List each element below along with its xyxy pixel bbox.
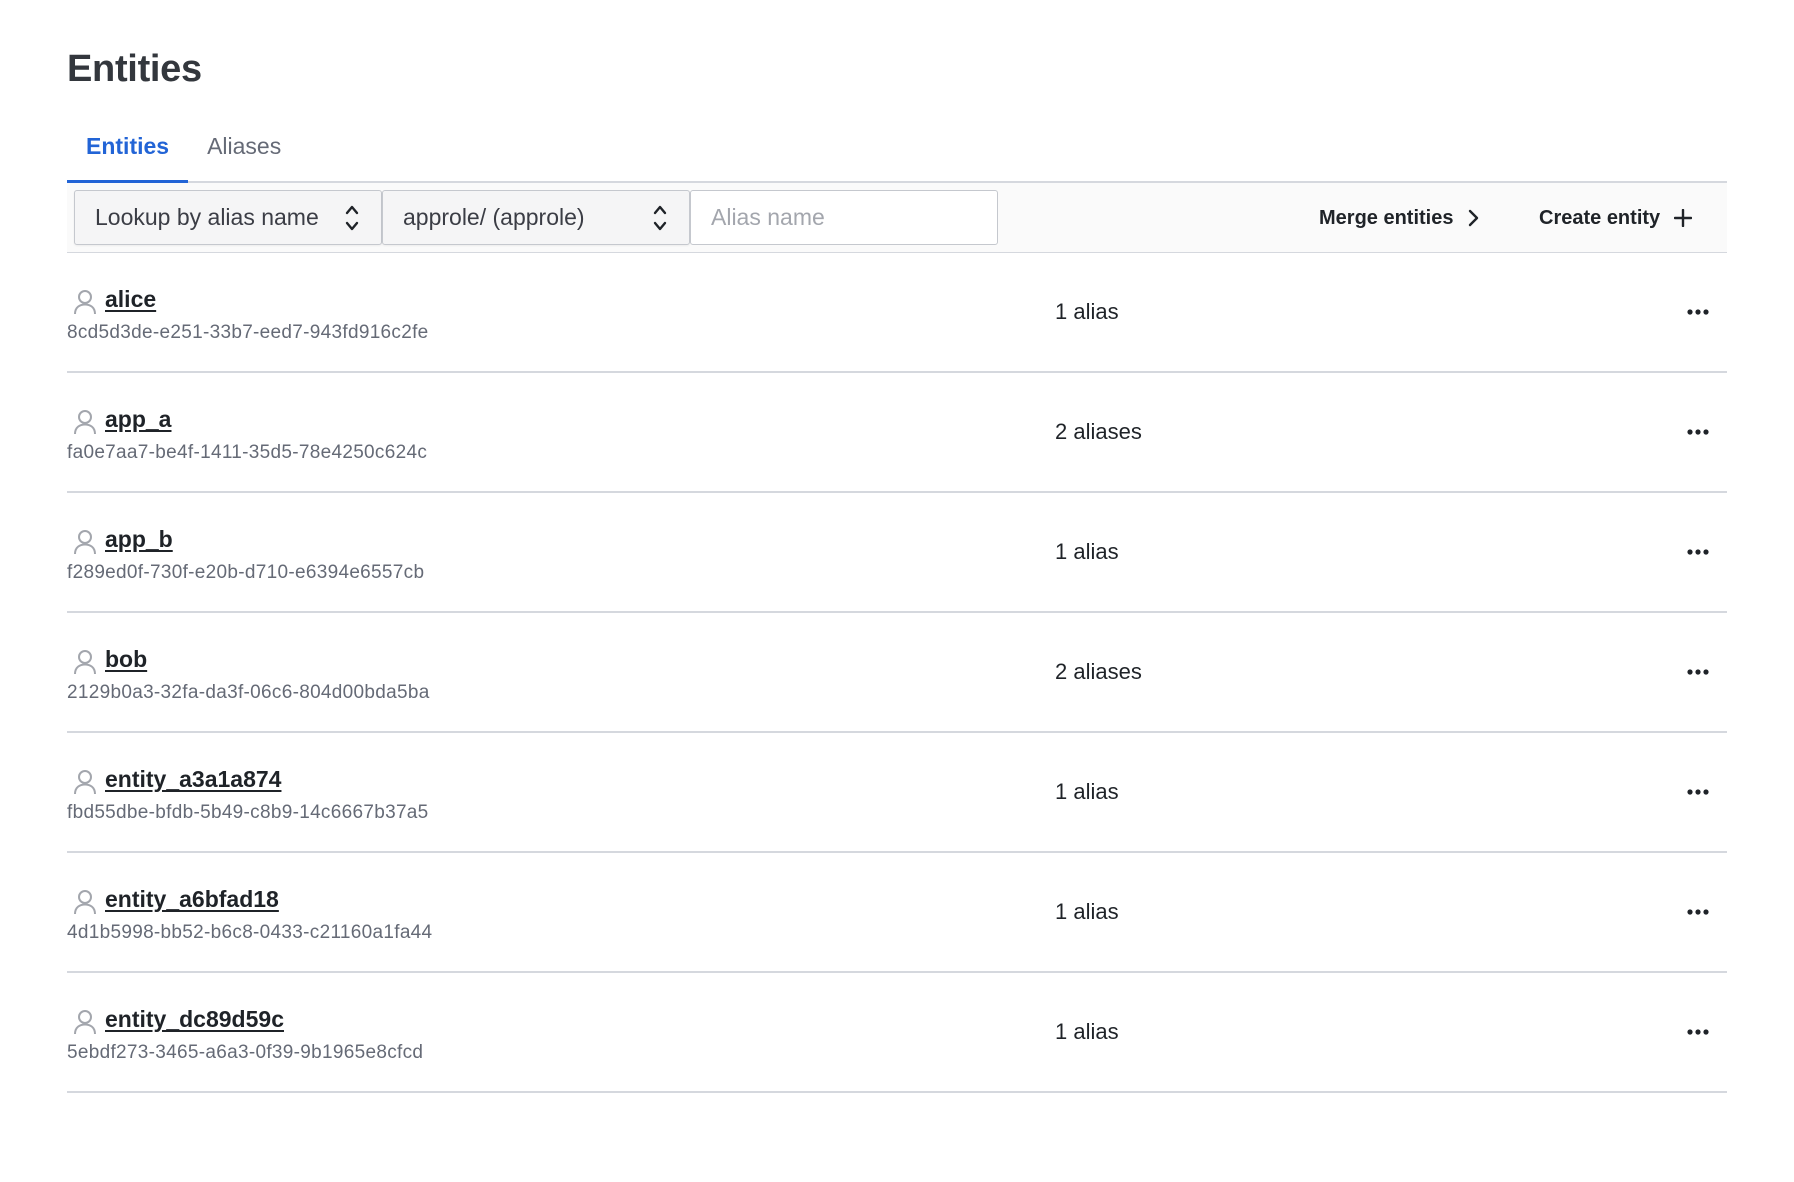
- tab-label: Entities: [86, 133, 170, 159]
- user-icon: [74, 770, 96, 795]
- page-title: Entities: [67, 48, 202, 90]
- entity-id: f289ed0f-730f-e20b-d710-e6394e6557cb: [67, 562, 425, 583]
- toolbar: Lookup by alias name approle/ (approle) …: [67, 183, 1727, 253]
- alias-count: 2 aliases: [1055, 419, 1142, 444]
- entity-id: 8cd5d3de-e251-33b7-eed7-943fd916c2fe: [67, 322, 429, 343]
- entity-id: fbd55dbe-bfdb-5b49-c8b9-14c6667b37a5: [67, 802, 429, 823]
- chevron-up-down-icon: [345, 205, 359, 231]
- entity-name-link[interactable]: entity_dc89d59c: [105, 1006, 284, 1033]
- entity-name-link[interactable]: app_b: [105, 526, 173, 553]
- list-item: entity_dc89d59c 5ebdf273-3465-a6a3-0f39-…: [67, 973, 1727, 1093]
- list-item: app_b f289ed0f-730f-e20b-d710-e6394e6557…: [67, 493, 1727, 613]
- entity-name-link[interactable]: bob: [105, 646, 147, 673]
- alias-count: 1 alias: [1055, 899, 1119, 924]
- alias-count: 1 alias: [1055, 1019, 1119, 1044]
- merge-entities-button[interactable]: Merge entities: [1313, 197, 1485, 239]
- entity-name-link[interactable]: entity_a3a1a874: [105, 766, 281, 793]
- more-horizontal-icon[interactable]: [1683, 777, 1713, 807]
- entity-name-link[interactable]: app_a: [105, 406, 171, 433]
- more-horizontal-icon[interactable]: [1683, 1017, 1713, 1047]
- user-icon: [74, 1010, 96, 1035]
- more-horizontal-icon[interactable]: [1683, 297, 1713, 327]
- entity-name-link[interactable]: entity_a6bfad18: [105, 886, 279, 913]
- plus-icon: [1674, 209, 1693, 227]
- alias-name-input[interactable]: [690, 190, 998, 245]
- entity-id: 4d1b5998-bb52-b6c8-0433-c21160a1fa44: [67, 922, 433, 943]
- alias-count: 2 aliases: [1055, 659, 1142, 684]
- entity-name-link[interactable]: alice: [105, 286, 156, 313]
- chevron-right-icon: [1469, 209, 1479, 227]
- chevron-up-down-icon: [653, 205, 667, 231]
- tab-aliases[interactable]: Aliases: [188, 112, 300, 181]
- auth-mount-select[interactable]: approle/ (approle): [382, 190, 690, 245]
- user-icon: [74, 650, 96, 675]
- more-horizontal-icon[interactable]: [1683, 537, 1713, 567]
- list-item: bob 2129b0a3-32fa-da3f-06c6-804d00bda5ba…: [67, 613, 1727, 733]
- entity-id: 5ebdf273-3465-a6a3-0f39-9b1965e8cfcd: [67, 1042, 424, 1063]
- entity-id: fa0e7aa7-be4f-1411-35d5-78e4250c624c: [67, 442, 428, 463]
- list-item: alice 8cd5d3de-e251-33b7-eed7-943fd916c2…: [67, 253, 1727, 373]
- select-value: approle/ (approle): [403, 204, 585, 230]
- list-item: entity_a6bfad18 4d1b5998-bb52-b6c8-0433-…: [67, 853, 1727, 973]
- tab-bar: Entities Aliases: [67, 112, 1727, 183]
- user-icon: [74, 890, 96, 915]
- select-value: Lookup by alias name: [95, 204, 319, 230]
- tab-label: Aliases: [207, 133, 282, 159]
- more-horizontal-icon[interactable]: [1683, 897, 1713, 927]
- tab-entities[interactable]: Entities: [67, 112, 189, 183]
- alias-count: 1 alias: [1055, 779, 1119, 804]
- create-entity-button[interactable]: Create entity: [1533, 197, 1698, 239]
- more-horizontal-icon[interactable]: [1683, 657, 1713, 687]
- merge-label: Merge entities: [1319, 206, 1454, 229]
- lookup-type-select[interactable]: Lookup by alias name: [74, 190, 382, 245]
- list-item: entity_a3a1a874 fbd55dbe-bfdb-5b49-c8b9-…: [67, 733, 1727, 853]
- entity-id: 2129b0a3-32fa-da3f-06c6-804d00bda5ba: [67, 682, 430, 703]
- create-label: Create entity: [1539, 206, 1661, 229]
- user-icon: [74, 410, 96, 435]
- user-icon: [74, 530, 96, 555]
- alias-count: 1 alias: [1055, 539, 1119, 564]
- list-item: app_a fa0e7aa7-be4f-1411-35d5-78e4250c62…: [67, 373, 1727, 493]
- alias-count: 1 alias: [1055, 299, 1119, 324]
- entity-list: alice 8cd5d3de-e251-33b7-eed7-943fd916c2…: [67, 253, 1727, 1093]
- user-icon: [74, 290, 96, 315]
- more-horizontal-icon[interactable]: [1683, 417, 1713, 447]
